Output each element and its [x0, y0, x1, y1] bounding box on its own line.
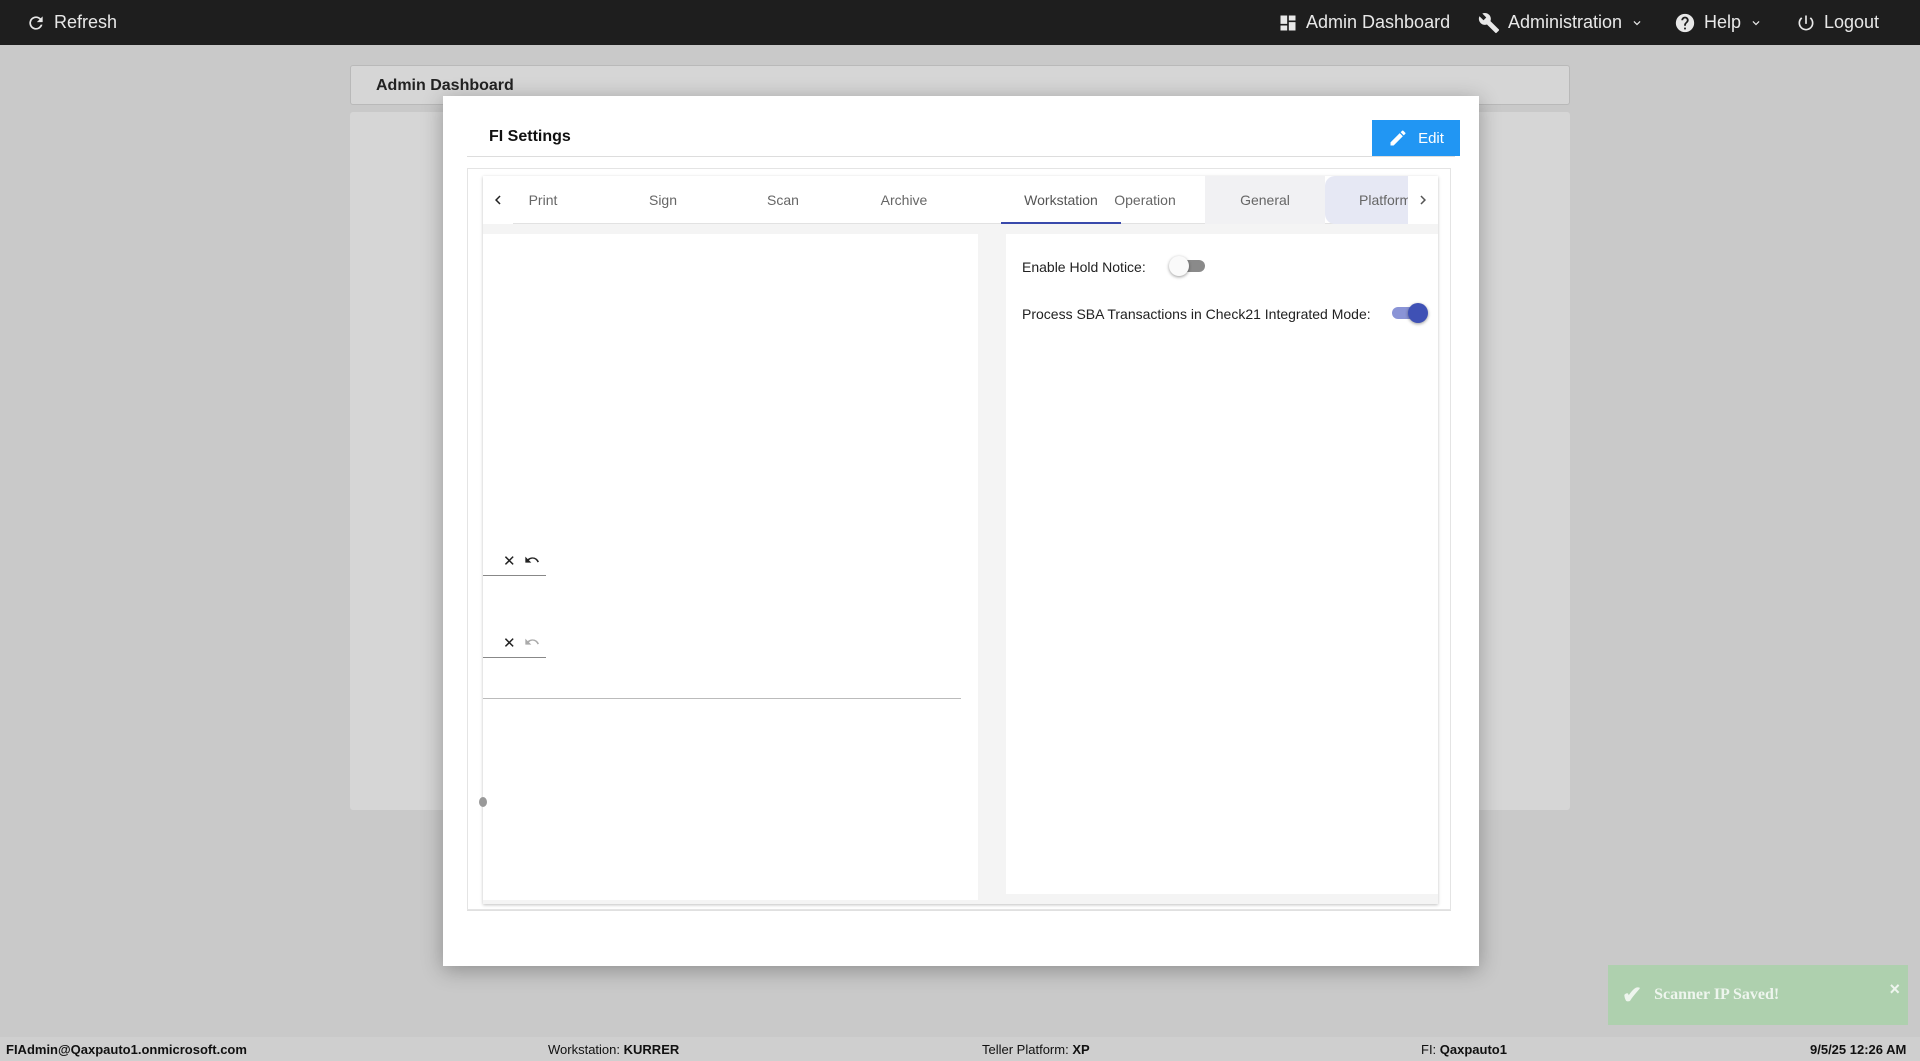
process-sba-toggle[interactable] — [1390, 302, 1428, 324]
modal-title: FI Settings — [489, 128, 571, 145]
admin-dashboard-label: Admin Dashboard — [1306, 12, 1451, 32]
status-fi: FI: Qaxpauto1 — [1421, 1042, 1507, 1057]
success-toast: ✔ Scanner IP Saved! × — [1608, 965, 1908, 1025]
section-divider — [483, 698, 961, 699]
status-teller-platform: Teller Platform: XP — [982, 1042, 1090, 1057]
page-title: Admin Dashboard — [376, 77, 514, 94]
status-workstation: Workstation: KURRER — [548, 1042, 680, 1057]
chevron-down-icon — [1752, 20, 1760, 25]
enable-hold-notice-toggle[interactable] — [1169, 255, 1207, 277]
title-divider — [467, 156, 1455, 157]
undo-icon[interactable] — [524, 552, 540, 568]
field-underline — [483, 657, 546, 658]
help-icon — [1675, 13, 1695, 32]
refresh-label: Refresh — [54, 12, 118, 32]
administration-label: Administration — [1508, 12, 1623, 32]
tab-bar: Print Sign Scan Archive Workstation Oper… — [483, 176, 1438, 224]
tab-platform[interactable]: Platform — [1325, 176, 1408, 224]
undo-icon — [524, 638, 539, 645]
clipped-radio[interactable] — [479, 797, 487, 807]
status-user: FIAdmin@Qaxpauto1.onmicrosoft.com — [6, 1042, 247, 1057]
dashboard-icon — [1280, 15, 1296, 30]
logout-button[interactable]: Logout — [1796, 0, 1879, 45]
chevron-right-icon — [1420, 195, 1426, 205]
chevron-down-icon — [1633, 20, 1641, 25]
field-actions: ✕ — [503, 634, 540, 652]
toast-message: Scanner IP Saved! — [1654, 986, 1780, 1003]
power-icon — [1798, 15, 1814, 30]
edit-label: Edit — [1418, 129, 1444, 147]
tab-archive[interactable]: Archive — [844, 176, 964, 224]
refresh-button[interactable]: Refresh — [26, 0, 117, 45]
tab-operation[interactable]: Operation — [1085, 176, 1205, 224]
right-settings-pane: Enable Hold Notice: Process SBA Transact… — [1006, 234, 1438, 894]
tab-sign[interactable]: Sign — [603, 176, 723, 224]
toggle-thumb — [1169, 256, 1189, 276]
top-nav-bar: Refresh Admin Dashboard Administration H… — [0, 0, 1920, 45]
wrench-icon — [1478, 12, 1500, 33]
administration-menu[interactable]: Administration — [1478, 0, 1644, 45]
modal-footer-divider — [467, 910, 1451, 911]
tab-general[interactable]: General — [1205, 176, 1325, 224]
pencil-icon — [1390, 130, 1406, 146]
checkmark-icon: ✔ — [1622, 982, 1643, 1009]
admin-dashboard-link[interactable]: Admin Dashboard — [1278, 0, 1450, 45]
refresh-icon — [29, 15, 43, 30]
enable-hold-notice-label: Enable Hold Notice: — [1022, 259, 1146, 275]
clear-icon[interactable]: ✕ — [503, 552, 516, 570]
help-menu[interactable]: Help — [1674, 0, 1763, 45]
edit-button[interactable]: Edit — [1372, 120, 1460, 156]
toggle-thumb — [1408, 303, 1428, 323]
logout-label: Logout — [1824, 12, 1880, 32]
help-label: Help — [1704, 12, 1742, 32]
tab-print[interactable]: Print — [483, 176, 603, 224]
tab-scan[interactable]: Scan — [723, 176, 843, 224]
field-actions: ✕ — [503, 552, 540, 570]
field-underline — [483, 575, 546, 576]
tab-panel: Print Sign Scan Archive Workstation Oper… — [479, 176, 1438, 904]
clear-icon[interactable]: ✕ — [503, 634, 516, 652]
process-sba-label: Process SBA Transactions in Check21 Inte… — [1022, 306, 1371, 322]
fi-settings-modal: FI Settings Edit Print Sign Scan Archive… — [443, 96, 1479, 966]
toast-close-button[interactable]: × — [1889, 979, 1900, 1000]
left-settings-pane: ✕ ✕ — [479, 234, 978, 900]
status-bar: FIAdmin@Qaxpauto1.onmicrosoft.com Workst… — [0, 1037, 1920, 1061]
tab-scroll-right-button[interactable] — [1408, 176, 1438, 224]
status-datetime: 9/5/25 12:26 AM — [1810, 1042, 1907, 1057]
